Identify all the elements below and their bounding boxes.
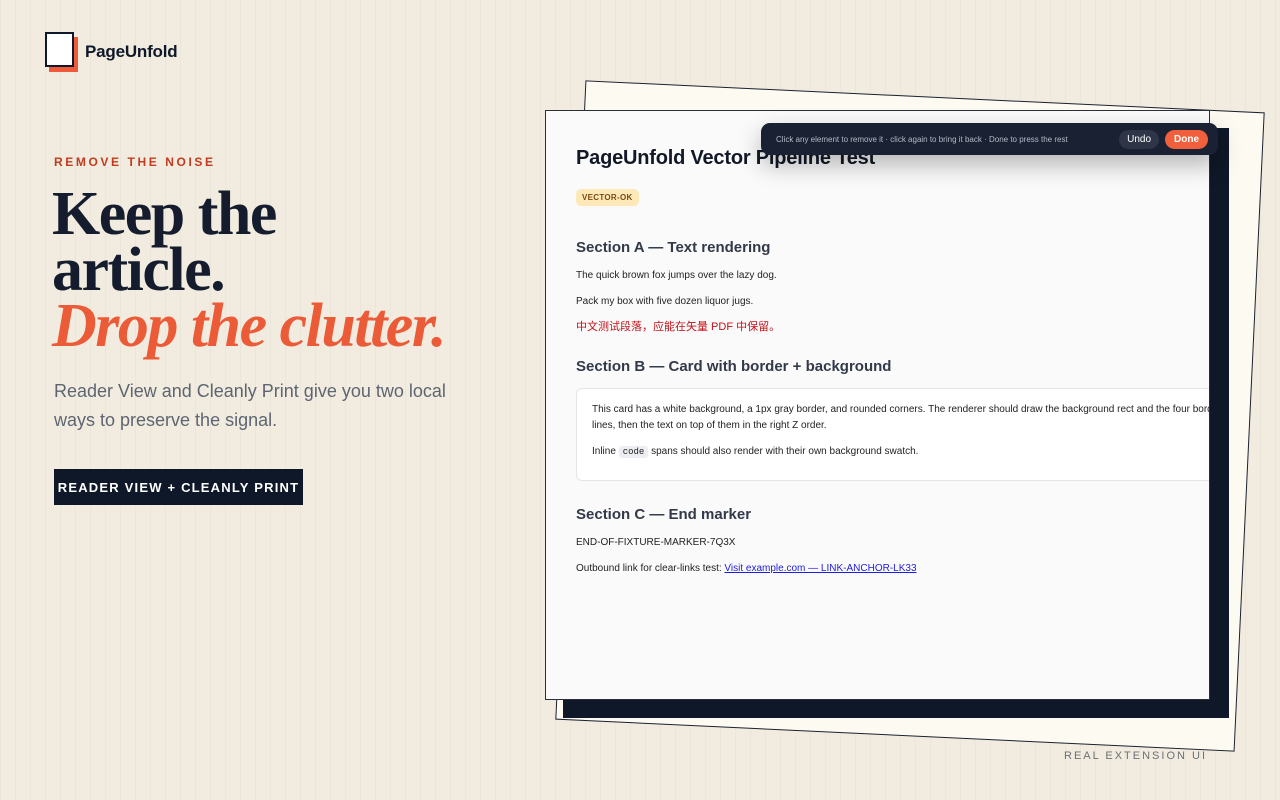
outbound-link-line[interactable]: Outbound link for clear-links test: Visi… bbox=[576, 562, 1209, 575]
card-text[interactable]: This card has a white background, a 1px … bbox=[592, 402, 1209, 434]
toolbar-hint: Click any element to remove it · click a… bbox=[776, 134, 1068, 144]
section-a-line-2[interactable]: Pack my box with five dozen liquor jugs. bbox=[576, 295, 1209, 308]
sample-card[interactable]: This card has a white background, a 1px … bbox=[576, 388, 1209, 481]
status-badge[interactable]: VECTOR-OK bbox=[576, 189, 639, 206]
hero-subtitle: Reader View and Cleanly Print give you t… bbox=[54, 381, 446, 430]
section-a-cjk-line[interactable]: 中文测试段落，应能在矢量 PDF 中保留。 bbox=[576, 321, 1209, 334]
section-a-line-1[interactable]: The quick brown fox jumps over the lazy … bbox=[576, 269, 1209, 282]
headline-line-2: article. bbox=[52, 236, 226, 304]
edit-toolbar: Click any element to remove it · click a… bbox=[761, 123, 1218, 155]
undo-button[interactable]: Undo bbox=[1119, 129, 1159, 149]
section-c-heading[interactable]: Section C — End marker bbox=[576, 506, 1209, 523]
done-button[interactable]: Done bbox=[1165, 129, 1208, 149]
brand-name: PageUnfold bbox=[85, 42, 178, 61]
extension-preview-screen: PageUnfold Vector Pipeline Test VECTOR-O… bbox=[545, 110, 1210, 700]
section-a-heading[interactable]: Section A — Text rendering bbox=[576, 239, 1209, 256]
cta-button[interactable]: READER VIEW + CLEANLY PRINT bbox=[54, 469, 303, 505]
inline-suffix: spans should also render with their own … bbox=[651, 446, 919, 457]
headline-line-1: Keep the bbox=[52, 180, 277, 248]
section-b-heading[interactable]: Section B — Card with border + backgroun… bbox=[576, 358, 1209, 375]
outbound-link[interactable]: Visit example.com — LINK-ANCHOR-LK33 bbox=[724, 563, 916, 574]
end-marker[interactable]: END-OF-FIXTURE-MARKER-7Q3X bbox=[576, 536, 1209, 549]
link-prefix: Outbound link for clear-links test: bbox=[576, 563, 722, 574]
eyebrow-label: REMOVE THE NOISE bbox=[54, 155, 216, 169]
headline-accent: Drop the clutter. bbox=[52, 292, 447, 360]
page-logo-icon bbox=[45, 32, 78, 72]
inline-code: code bbox=[618, 446, 649, 458]
caption: REAL EXTENSION UI bbox=[1064, 750, 1208, 762]
brand[interactable]: PageUnfold bbox=[45, 32, 178, 72]
inline-prefix: Inline bbox=[592, 446, 616, 457]
hero-headline: Keep the article. Drop the clutter. bbox=[52, 180, 447, 360]
card-inline-line[interactable]: Inline code spans should also render wit… bbox=[592, 444, 1209, 460]
preview-document: PageUnfold Vector Pipeline Test VECTOR-O… bbox=[576, 147, 1209, 575]
